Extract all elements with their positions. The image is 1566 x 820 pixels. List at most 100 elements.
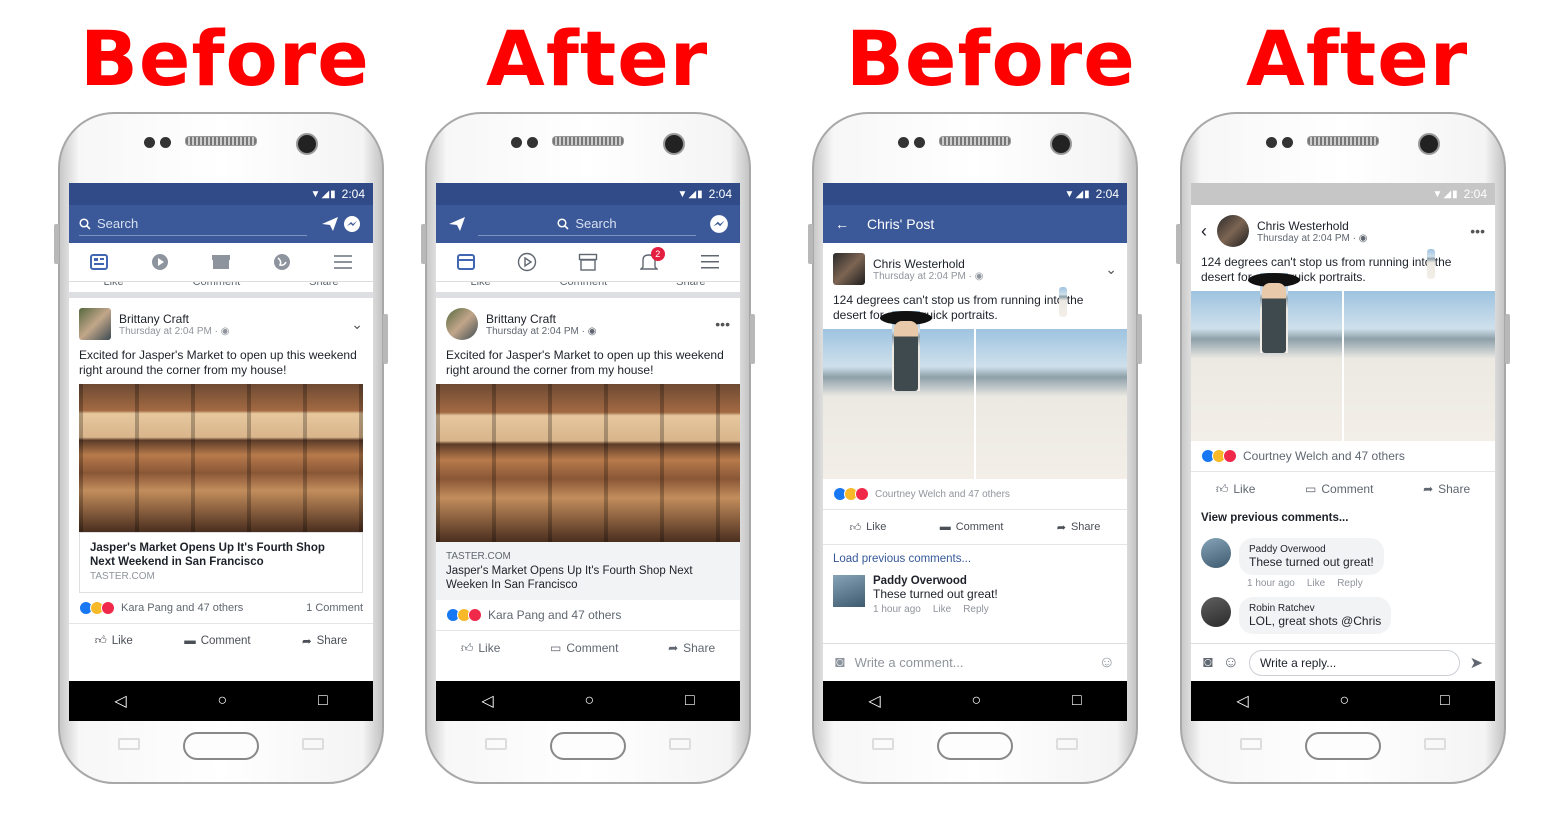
camera-send-icon[interactable] [319,213,341,235]
portrait-photo[interactable] [1191,273,1342,441]
portrait-photo[interactable] [823,311,974,479]
comment-like-link[interactable]: Like [1307,578,1325,589]
home-button [937,732,1013,760]
cut-like[interactable]: Like [103,282,123,292]
emoji-icon[interactable]: ☺ [1223,654,1239,672]
reaction-summary[interactable]: Kara Pang and 47 others 1 Comment [69,593,373,623]
tab-marketplace[interactable] [208,249,234,275]
tab-menu[interactable] [330,249,356,275]
commenter-name[interactable]: Paddy Overwood [1249,544,1374,555]
home-icon[interactable]: ○ [971,692,981,710]
recents-icon[interactable]: □ [685,692,695,710]
desert-photo[interactable] [1344,249,1495,441]
comment-reply-link[interactable]: Reply [963,604,989,615]
reaction-icons [833,487,869,501]
recents-icon[interactable]: □ [318,692,328,710]
recents-icon[interactable]: □ [1440,692,1450,710]
cut-comment[interactable]: Comment [560,282,608,292]
cut-like[interactable]: Like [470,282,490,292]
bread-image[interactable] [436,384,740,542]
author-name[interactable]: Brittany Craft [119,312,229,326]
cut-comment[interactable]: Comment [193,282,241,292]
tab-menu[interactable] [697,249,723,275]
share-button[interactable]: ➦ Share [1057,521,1101,534]
reaction-summary[interactable]: Kara Pang and 47 others [436,600,740,630]
comment-button[interactable]: ▬ Comment [940,521,1004,533]
tab-watch[interactable] [147,249,173,275]
comment-button[interactable]: ▬ Comment [184,635,250,647]
like-button[interactable]: 👍︎ Like [95,634,133,648]
more-options-icon[interactable]: ••• [715,316,730,332]
tab-watch[interactable] [514,249,540,275]
comment-input[interactable]: Write a comment... [855,655,1089,670]
tab-notifications[interactable]: 2 [636,247,665,275]
comment-count[interactable]: 1 Comment [306,602,363,614]
commenter-name[interactable]: Paddy Overwood [873,575,998,587]
search-field[interactable]: Search [79,213,307,236]
link-card[interactable]: TASTER.COM Jasper's Market Opens Up It's… [436,542,740,600]
previous-post-actions: Like Comment Share [436,282,740,292]
tab-news-feed[interactable] [86,249,112,275]
chevron-down-icon[interactable]: ⌄ [351,316,363,333]
link-attachment[interactable]: TASTER.COM Jasper's Market Opens Up It's… [436,384,740,600]
like-button[interactable]: 👍︎ Like [1216,482,1256,497]
cut-share[interactable]: Share [309,282,338,292]
emoji-icon[interactable]: ☺ [1099,654,1115,672]
link-attachment[interactable]: Jasper's Market Opens Up It's Fourth Sho… [69,384,373,593]
home-icon[interactable]: ○ [217,692,227,710]
camera-send-icon[interactable] [446,213,468,235]
link-card[interactable]: Jasper's Market Opens Up It's Fourth Sho… [79,532,363,593]
bread-image[interactable] [79,384,363,532]
home-icon[interactable]: ○ [1339,692,1349,710]
like-button[interactable]: 👍︎ Like [850,521,887,534]
share-button[interactable]: ➦ Share [302,634,347,648]
author-name[interactable]: Chris Westerhold [873,257,983,271]
front-camera [663,133,685,155]
comment-reply-link[interactable]: Reply [1337,578,1363,589]
send-icon[interactable]: ➤ [1470,653,1483,673]
tab-marketplace[interactable] [575,249,601,275]
desert-photo[interactable] [976,287,1127,479]
commenter-name[interactable]: Robin Ratchev [1249,603,1381,614]
comment-like-link[interactable]: Like [933,604,951,615]
avatar[interactable] [446,308,478,340]
camera-icon[interactable]: ◙ [1203,654,1213,672]
avatar[interactable] [79,308,111,340]
reaction-summary[interactable]: Courtney Welch and 47 others [823,479,1127,509]
cut-share[interactable]: Share [676,282,705,292]
messenger-icon[interactable] [341,213,363,235]
more-options-icon[interactable]: ••• [1470,223,1485,239]
share-button[interactable]: ➦ Share [1423,482,1470,496]
camera-icon[interactable]: ◙ [835,654,845,672]
reaction-summary[interactable]: Courtney Welch and 47 others [1191,441,1495,471]
chevron-down-icon[interactable]: ⌄ [1105,261,1117,278]
back-icon[interactable]: ◁ [868,691,880,711]
commenter-avatar[interactable] [833,575,865,607]
tab-globe[interactable] [269,249,295,275]
home-icon[interactable]: ○ [584,692,594,710]
screen: ▼◢▮ 2:04 Search Like Comment Share Britt… [69,183,373,721]
share-button[interactable]: ➦ Share [668,641,715,655]
reaction-text: Courtney Welch and 47 others [875,488,1010,500]
back-icon[interactable]: ◁ [481,691,493,711]
messenger-icon[interactable] [708,213,730,235]
view-previous-comments[interactable]: View previous comments... [1191,506,1495,530]
reply-input[interactable]: Write a reply... [1249,649,1460,676]
commenter-avatar[interactable] [1201,597,1231,627]
avatar[interactable] [833,253,865,285]
author-name[interactable]: Brittany Craft [486,312,596,326]
author-name[interactable]: Chris Westerhold [1257,219,1367,233]
like-button[interactable]: 👍︎ Like [461,641,501,656]
back-icon[interactable]: ◁ [114,691,126,711]
back-arrow-icon[interactable]: ← [835,216,849,232]
recents-icon[interactable]: □ [1072,692,1082,710]
commenter-avatar[interactable] [1201,538,1231,568]
back-chevron-icon[interactable]: ‹ [1201,221,1207,242]
avatar[interactable] [1217,215,1249,247]
tab-news-feed[interactable] [453,249,479,275]
back-icon[interactable]: ◁ [1236,691,1248,711]
comment-button[interactable]: ▭ Comment [1305,482,1373,496]
comment-button[interactable]: ▭ Comment [550,641,618,655]
load-previous-comments[interactable]: Load previous comments... [823,545,1127,567]
search-field[interactable]: Search [478,213,696,236]
